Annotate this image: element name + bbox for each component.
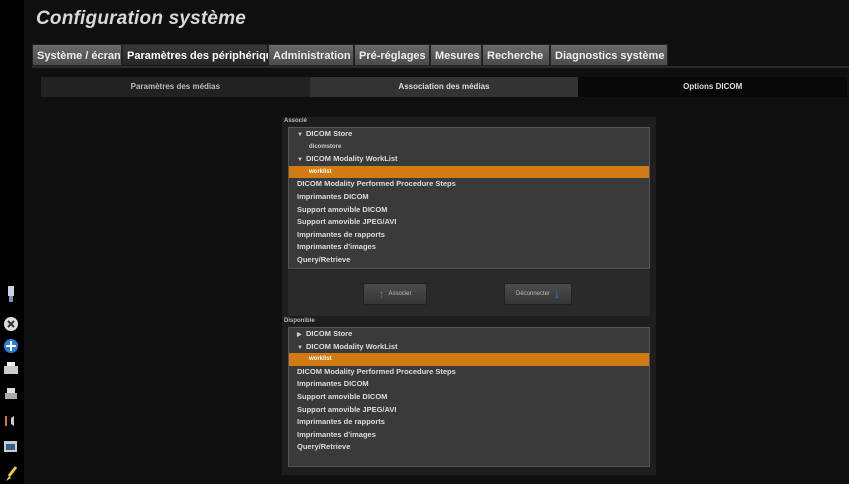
list-item[interactable]: Imprimantes de rapports	[289, 229, 649, 242]
chevron-down-icon[interactable]: ▼	[297, 154, 306, 167]
main-area: Configuration système Système / écran Pa…	[24, 0, 849, 484]
tab-underline	[32, 66, 849, 68]
list-item[interactable]: Imprimantes DICOM	[289, 191, 649, 204]
chevron-right-icon[interactable]: ▶	[297, 329, 306, 342]
list-item[interactable]: Support amovible DICOM	[289, 391, 649, 404]
arrow-down-icon: ↓	[554, 287, 561, 301]
associated-label: Associé	[284, 118, 308, 124]
associate-button[interactable]: ↑ Associer	[363, 283, 427, 305]
list-item[interactable]: Imprimantes d'images	[289, 429, 649, 442]
associated-list: ▼ DICOM Store dicomstore ▼ DICOM Modality …	[288, 127, 650, 269]
subtab-options-dicom[interactable]: Options DICOM	[578, 77, 848, 97]
list-item[interactable]: ▼ DICOM Store	[289, 128, 649, 141]
association-buttons-area: ↑ Associer Déconnecter ↓	[288, 270, 650, 316]
network-icon[interactable]	[3, 338, 19, 354]
list-item[interactable]: DICOM Modality Performed Procedure Steps	[289, 178, 649, 191]
list-item-selected[interactable]: worklist	[289, 165, 649, 179]
brush-icon[interactable]	[3, 466, 19, 482]
chevron-down-icon[interactable]: ▼	[297, 129, 306, 142]
sub-tabs: Paramètres des médias Association des mé…	[41, 77, 848, 97]
subtab-parametres-medias[interactable]: Paramètres des médias	[41, 77, 310, 97]
chevron-down-icon[interactable]: ▼	[297, 342, 306, 355]
left-toolbar	[0, 0, 22, 484]
tab-pre-reglages[interactable]: Pré-réglages	[354, 44, 430, 66]
page-title: Configuration système	[36, 8, 247, 29]
list-item[interactable]: Imprimantes DICOM	[289, 378, 649, 391]
close-icon[interactable]	[3, 316, 19, 332]
list-item[interactable]: DICOM Modality Performed Procedure Steps	[289, 366, 649, 379]
list-item[interactable]: dicomstore	[289, 141, 649, 154]
available-list: ▶ DICOM Store ▼ DICOM Modality WorkList wo…	[288, 327, 650, 467]
list-item[interactable]: Imprimantes de rapports	[289, 416, 649, 429]
arrow-up-icon: ↑	[378, 287, 385, 301]
disconnect-button[interactable]: Déconnecter ↓	[504, 283, 572, 305]
subtab-association-medias[interactable]: Association des médias	[309, 77, 579, 97]
list-item[interactable]: ▼ DICOM Modality WorkList	[289, 341, 649, 354]
tab-recherche[interactable]: Recherche	[482, 44, 550, 66]
screenshot-icon[interactable]	[3, 440, 19, 454]
list-item[interactable]: ▼ DICOM Modality WorkList	[289, 153, 649, 166]
list-item[interactable]: Support amovible JPEG/AVI	[289, 404, 649, 417]
print-small-icon[interactable]	[3, 388, 19, 402]
list-item[interactable]: ▶ DICOM Store	[289, 328, 649, 341]
list-item[interactable]: Imprimantes d'images	[289, 241, 649, 254]
list-item-selected[interactable]: worklist	[289, 353, 649, 366]
list-item[interactable]: Support amovible DICOM	[289, 204, 649, 217]
list-item[interactable]: Support amovible JPEG/AVI	[289, 216, 649, 229]
list-item[interactable]: Query/Retrieve	[289, 441, 649, 454]
available-label: Disponible	[284, 318, 315, 324]
tab-systeme-ecran[interactable]: Système / écran	[32, 44, 122, 66]
tab-diagnostics-systeme[interactable]: Diagnostics système	[550, 44, 668, 66]
main-tabs: Système / écran Paramètres des périphéri…	[32, 44, 668, 66]
volume-icon[interactable]	[3, 414, 19, 430]
printer-icon[interactable]	[3, 362, 19, 376]
list-item[interactable]: Query/Retrieve	[289, 254, 649, 267]
tab-parametres-peripheriques[interactable]: Paramètres des périphériques	[122, 44, 285, 66]
tab-administration[interactable]: Administration	[268, 44, 354, 66]
probe-icon[interactable]	[3, 286, 19, 302]
tab-mesures[interactable]: Mesures	[430, 44, 482, 66]
